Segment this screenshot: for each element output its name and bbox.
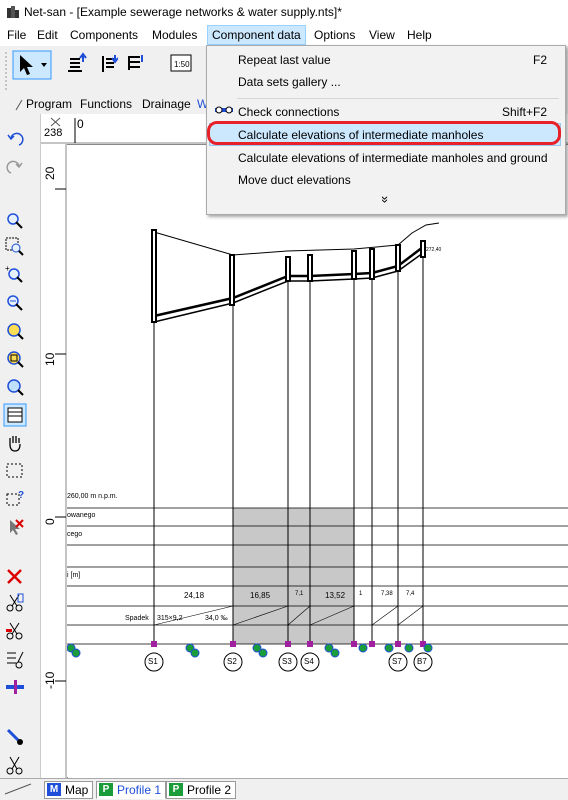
menu-item-data-sets-gallery[interactable]: Data sets gallery ... bbox=[238, 72, 341, 92]
svg-text:?: ? bbox=[18, 490, 24, 501]
distance-4: 13,52 bbox=[325, 591, 346, 600]
tab-nav-icon[interactable] bbox=[3, 782, 33, 796]
zoom-plus-icon[interactable]: + bbox=[4, 264, 26, 286]
scale-icon[interactable]: 1:50 bbox=[168, 52, 194, 74]
row-label-3: cego bbox=[67, 531, 83, 538]
svg-text:1:50: 1:50 bbox=[174, 60, 190, 69]
ruler-corner-value: 238 bbox=[44, 127, 63, 139]
title-bar: Net-san - [Example sewerage networks & w… bbox=[0, 0, 568, 24]
row-label-2: owanego bbox=[67, 512, 96, 519]
profile-tab-icon: P bbox=[99, 783, 113, 796]
map-tab-icon: M bbox=[47, 783, 61, 796]
svg-text:+: + bbox=[5, 264, 10, 273]
pan-hand-icon[interactable] bbox=[4, 432, 26, 454]
menu-item-calc-manholes-and-ground[interactable]: Calculate elevations of intermediate man… bbox=[238, 148, 548, 168]
menu-view[interactable]: View bbox=[365, 26, 399, 44]
distance-6: 7,38 bbox=[381, 591, 393, 597]
distance-7: 7,4 bbox=[406, 591, 415, 597]
zoom-previous-icon[interactable] bbox=[4, 376, 26, 398]
shortcut-shift-f2: Shift+F2 bbox=[501, 105, 547, 119]
tab-map-label: Map bbox=[65, 783, 89, 797]
menu-item-calc-intermediate-manholes[interactable]: Calculate elevations of intermediate man… bbox=[238, 125, 483, 145]
delete-icon[interactable] bbox=[4, 566, 26, 588]
profile-view-icon[interactable] bbox=[3, 403, 27, 427]
top-elevation-label: 272,40 bbox=[426, 247, 442, 253]
distance-2: 16,85 bbox=[250, 591, 271, 600]
menu-components[interactable]: Components bbox=[66, 26, 142, 44]
select-rect-icon[interactable] bbox=[4, 460, 26, 482]
manhole-label-s4[interactable]: S4 bbox=[304, 657, 314, 666]
menu-item-repeat-last-value[interactable]: Repeat last value bbox=[238, 50, 331, 70]
row-label-datum: 260,00 m n.p.m. bbox=[67, 493, 118, 500]
row-label-4: i [m] bbox=[67, 572, 81, 579]
distance-5: 1 bbox=[359, 591, 363, 597]
left-toolbar: + ? bbox=[0, 114, 41, 799]
expand-more-icon[interactable]: » bbox=[378, 196, 393, 203]
manhole-label-s2[interactable]: S2 bbox=[227, 657, 237, 666]
cut-pipe-icon[interactable] bbox=[4, 620, 26, 642]
tab-profile-1[interactable]: P Profile 1 bbox=[96, 781, 167, 799]
manhole-label-s7[interactable]: S7 bbox=[392, 657, 402, 666]
component-data-dropdown: Repeat last value F2 Data sets gallery .… bbox=[206, 45, 566, 215]
bottom-tab-bar: M Map P Profile 1 P Profile 2 bbox=[0, 778, 568, 800]
menu-options[interactable]: Options bbox=[310, 26, 359, 44]
scissors-icon[interactable] bbox=[4, 754, 26, 776]
app-icon bbox=[7, 6, 19, 18]
pipe-up-arrow-icon[interactable] bbox=[66, 52, 88, 74]
menu-item-move-duct-elevations[interactable]: Move duct elevations bbox=[238, 170, 351, 190]
profile-tab-icon-2: P bbox=[169, 783, 183, 796]
row-label-slope: Spadek bbox=[125, 615, 149, 622]
tab-program[interactable]: Program bbox=[26, 97, 72, 111]
toolbar-grip-icon bbox=[5, 52, 7, 92]
profile-canvas[interactable]: 272,40 260,00 m n.p.m. owanego cego i [m… bbox=[67, 145, 568, 777]
menu-edit[interactable]: Edit bbox=[33, 26, 62, 44]
pipe-diameter-label: 315×9,2 bbox=[157, 615, 183, 622]
tab-functions[interactable]: Functions bbox=[80, 97, 132, 111]
select-query-icon[interactable]: ? bbox=[4, 488, 26, 510]
zoom-all-icon[interactable] bbox=[4, 320, 26, 342]
distance-3: 7,1 bbox=[295, 591, 304, 597]
zoom-extents-icon[interactable] bbox=[4, 348, 26, 370]
select-pointer-icon[interactable] bbox=[12, 50, 52, 80]
menu-modules[interactable]: Modules bbox=[148, 26, 201, 44]
zoom-window-icon[interactable] bbox=[4, 236, 26, 258]
tab-profile-2[interactable]: P Profile 2 bbox=[166, 781, 237, 799]
cut-icon[interactable] bbox=[4, 592, 26, 614]
corner-cross-icon bbox=[50, 117, 61, 127]
distance-1: 24,18 bbox=[184, 591, 205, 600]
undo-icon[interactable] bbox=[4, 130, 26, 152]
check-connections-icon bbox=[215, 106, 233, 114]
brush-icon[interactable] bbox=[4, 726, 26, 748]
profile-drawing: 272,40 bbox=[67, 222, 568, 672]
vertical-ruler: 20 10 0 -10 bbox=[41, 144, 68, 778]
manhole-label-s3[interactable]: S3 bbox=[282, 657, 292, 666]
join-icon[interactable] bbox=[4, 676, 26, 698]
tab-profile-2-label: Profile 2 bbox=[187, 783, 232, 797]
v-ruler-ticks bbox=[55, 144, 67, 778]
menu-item-check-connections[interactable]: Check connections bbox=[238, 102, 339, 122]
tab-map[interactable]: M Map bbox=[44, 781, 94, 799]
window-title: Net-san - [Example sewerage networks & w… bbox=[24, 5, 342, 19]
pipe-down-arrow-icon[interactable] bbox=[96, 52, 118, 74]
tab-scroll-icon[interactable] bbox=[14, 99, 24, 111]
ruler-h-zero: 0 bbox=[77, 117, 84, 131]
split-icon[interactable] bbox=[4, 648, 26, 670]
pipe-table-icon[interactable] bbox=[124, 52, 146, 74]
menu-bar: File Edit Components Modules Component d… bbox=[0, 25, 568, 45]
tab-drainage[interactable]: Drainage bbox=[142, 97, 191, 111]
redo-icon[interactable] bbox=[4, 158, 26, 180]
menu-separator bbox=[237, 98, 559, 99]
manhole-label-b7[interactable]: B7 bbox=[417, 657, 427, 666]
menu-component-data[interactable]: Component data bbox=[207, 25, 306, 45]
shortcut-f2: F2 bbox=[532, 53, 547, 67]
manhole-label-s1[interactable]: S1 bbox=[148, 657, 158, 666]
menu-file[interactable]: File bbox=[3, 26, 30, 44]
zoom-out-icon[interactable] bbox=[4, 292, 26, 314]
tab-profile-1-label: Profile 1 bbox=[117, 783, 162, 797]
pipe-slope-label: 34,0 ‰ bbox=[205, 615, 228, 622]
delete-pointer-icon[interactable] bbox=[4, 516, 26, 538]
menu-help[interactable]: Help bbox=[403, 26, 436, 44]
zoom-in-icon[interactable] bbox=[4, 210, 26, 232]
